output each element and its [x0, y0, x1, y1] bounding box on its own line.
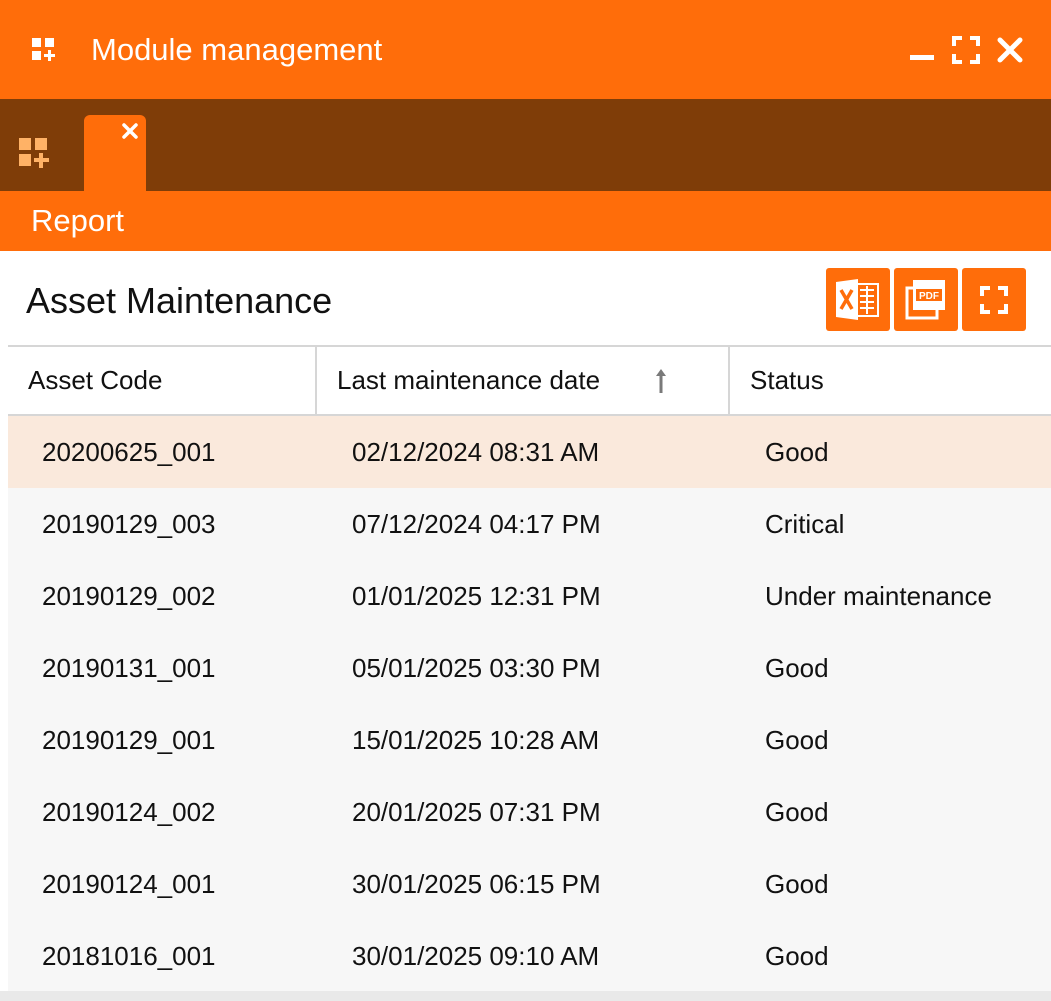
cell-maintenance-date: 07/12/2024 04:17 PM [352, 509, 601, 539]
cell-maintenance-date: 01/01/2025 12:31 PM [352, 581, 601, 611]
cell-asset-code: 20190124_001 [42, 869, 216, 899]
table-row[interactable]: 20190124_002 20/01/2025 07:31 PM Good [8, 776, 1051, 848]
section-bar-extension [779, 191, 1051, 251]
cell-status: Critical [765, 509, 845, 539]
close-icon[interactable] [996, 36, 1024, 64]
page-title: Asset Maintenance [26, 280, 333, 321]
column-header-status[interactable]: Status [730, 347, 1051, 414]
sort-ascending-icon[interactable] [654, 367, 668, 395]
cell-asset-code: 20190129_002 [42, 581, 216, 611]
cell-maintenance-date: 20/01/2025 07:31 PM [352, 797, 601, 827]
export-pdf-button[interactable]: PDF [894, 268, 958, 331]
cell-asset-code: 20190129_003 [42, 509, 216, 539]
pdf-export-icon: PDF [905, 280, 945, 320]
cell-asset-code: 20181016_001 [42, 941, 216, 971]
table-body: 20200625_001 02/12/2024 08:31 AM Good 20… [8, 416, 1051, 992]
tab-strip-extension [779, 99, 1051, 191]
export-excel-button[interactable] [826, 268, 890, 331]
bottom-edge [0, 991, 1051, 1001]
cell-status: Good [765, 869, 829, 899]
close-icon[interactable] [120, 121, 140, 141]
table-row[interactable]: 20190129_001 15/01/2025 10:28 AM Good [8, 704, 1051, 776]
maximize-icon[interactable] [952, 36, 980, 64]
tab-report[interactable] [84, 115, 146, 191]
svg-text:PDF: PDF [919, 291, 939, 302]
cell-maintenance-date: 15/01/2025 10:28 AM [352, 725, 600, 755]
title-bar: Module management [0, 0, 1051, 99]
table-row[interactable]: 20190129_002 01/01/2025 12:31 PM Under m… [8, 560, 1051, 632]
cell-asset-code: 20200625_001 [42, 437, 216, 467]
cell-status: Good [765, 941, 829, 971]
fullscreen-button[interactable] [962, 268, 1026, 331]
table-row[interactable]: 20190131_001 05/01/2025 03:30 PM Good [8, 632, 1051, 704]
cell-status: Under maintenance [765, 581, 992, 611]
column-header-last-maintenance-date[interactable]: Last maintenance date [315, 347, 730, 414]
cell-maintenance-date: 02/12/2024 08:31 AM [352, 437, 600, 467]
table-header: Asset Code Last maintenance date Status [8, 345, 1051, 416]
cell-asset-code: 20190129_001 [42, 725, 216, 755]
cell-status: Good [765, 437, 829, 467]
cell-asset-code: 20190124_002 [42, 797, 216, 827]
excel-export-icon [836, 279, 879, 320]
section-label: Report [31, 203, 125, 238]
cell-status: Good [765, 725, 829, 755]
cell-maintenance-date: 30/01/2025 06:15 PM [352, 869, 601, 899]
minimize-icon[interactable] [908, 36, 936, 64]
cell-status: Good [765, 797, 829, 827]
table-row[interactable]: 20181016_001 30/01/2025 09:10 AM Good [8, 920, 1051, 992]
module-management-window: Module management Report Asset Maintenan… [0, 0, 1051, 1001]
cell-status: Good [765, 653, 829, 683]
table-row[interactable]: 20190124_001 30/01/2025 06:15 PM Good [8, 848, 1051, 920]
table-row[interactable]: 20200625_001 02/12/2024 08:31 AM Good [8, 416, 1051, 488]
column-header-asset-code[interactable]: Asset Code [8, 347, 317, 414]
tab-strip [0, 99, 779, 191]
window-title: Module management [91, 32, 383, 67]
cell-maintenance-date: 05/01/2025 03:30 PM [352, 653, 601, 683]
cell-maintenance-date: 30/01/2025 09:10 AM [352, 941, 600, 971]
widgets-add-icon [32, 38, 55, 61]
asset-table: Asset Code Last maintenance date Status … [8, 345, 1051, 992]
cell-asset-code: 20190131_001 [42, 653, 216, 683]
widgets-add-icon[interactable] [18, 137, 50, 169]
table-row[interactable]: 20190129_003 07/12/2024 04:17 PM Critica… [8, 488, 1051, 560]
fullscreen-icon [980, 286, 1008, 314]
section-bar: Report [0, 191, 779, 251]
